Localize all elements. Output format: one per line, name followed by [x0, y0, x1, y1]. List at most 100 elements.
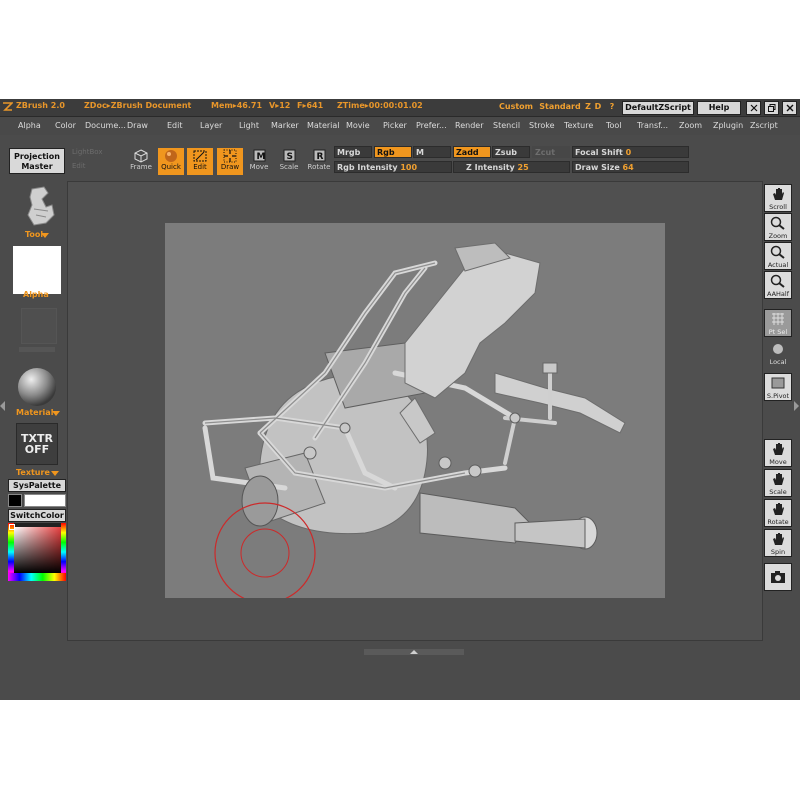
menu-zplugin[interactable]: Zplugin	[713, 121, 743, 130]
secondary-color-swatch[interactable]	[8, 494, 22, 507]
buggy-model-render[interactable]	[165, 223, 665, 604]
switchcolor-button[interactable]: SwitchColor	[8, 509, 66, 522]
menu-alpha[interactable]: Alpha	[18, 121, 41, 130]
focal-shift-value: 0	[625, 148, 632, 157]
main-color-swatch[interactable]	[24, 494, 66, 507]
frame-button[interactable]: Frame	[128, 148, 154, 175]
scale-hand-icon	[773, 473, 784, 485]
ptsel-button[interactable]: Pt Sel	[764, 309, 792, 337]
z-intensity-value: 25	[517, 163, 529, 172]
hue-strip-bottom[interactable]	[8, 573, 66, 581]
material-dropdown-icon[interactable]	[52, 411, 60, 416]
rgb-button[interactable]: Rgb	[374, 146, 412, 158]
color-picker[interactable]	[8, 523, 66, 581]
texture-dropdown-icon[interactable]	[51, 471, 59, 476]
m-button[interactable]: M	[413, 146, 451, 158]
menu-material[interactable]: Material	[307, 121, 340, 130]
texture-off-button[interactable]: TXTR OFF	[16, 423, 58, 465]
custom-button[interactable]: Custom	[498, 101, 534, 113]
material-label[interactable]: Material	[16, 408, 53, 417]
app-name: ZBrush 2.0	[16, 101, 65, 110]
aahalf-button[interactable]: AAHalf	[764, 271, 792, 299]
quick-button[interactable]: Quick	[158, 148, 184, 175]
rotate-button[interactable]: R Rotate	[306, 148, 332, 175]
actual-button[interactable]: Actual	[764, 242, 792, 270]
move-label: Move	[249, 163, 269, 171]
zadd-button[interactable]: Zadd	[453, 146, 491, 158]
left-tray-arrow-icon[interactable]	[0, 401, 5, 411]
standard-button[interactable]: Standard	[538, 101, 582, 113]
alpha-swatch[interactable]	[13, 246, 61, 294]
minimize-button[interactable]	[746, 101, 761, 115]
menu-layer[interactable]: Layer	[200, 121, 222, 130]
d-button[interactable]: D	[594, 101, 602, 113]
top-shelf: Projection Master LightBox Edit Frame Qu…	[0, 136, 800, 178]
menu-edit[interactable]: Edit	[167, 121, 183, 130]
menu-zoom[interactable]: Zoom	[679, 121, 702, 130]
document-menu[interactable]: ZDoc▸ZBrush Document	[84, 101, 191, 110]
local-button[interactable]: Local	[764, 339, 792, 367]
scale-button[interactable]: S Scale	[276, 148, 302, 175]
menu-picker[interactable]: Picker	[383, 121, 407, 130]
menu-preferences[interactable]: Prefer...	[416, 121, 447, 130]
move-view-button[interactable]: Move	[764, 439, 792, 467]
spivot-button[interactable]: S.Pivot	[764, 373, 792, 401]
menu-stencil[interactable]: Stencil	[493, 121, 520, 130]
help-button[interactable]: Help	[697, 101, 741, 115]
scale-label: Scale	[279, 163, 299, 171]
rgb-intensity-slider[interactable]: Rgb Intensity 100	[334, 161, 452, 173]
z-button[interactable]: Z	[584, 101, 592, 113]
rotate-view-button[interactable]: Rotate	[764, 499, 792, 527]
syspalette-button[interactable]: SysPalette	[8, 479, 66, 492]
z-intensity-slider[interactable]: Z Intensity 25	[453, 161, 570, 173]
scroll-button[interactable]: Scroll	[764, 184, 792, 212]
cube-icon	[134, 149, 148, 163]
tool-thumbnail-icon[interactable]	[22, 185, 60, 229]
menu-stroke[interactable]: Stroke	[529, 121, 555, 130]
document-canvas[interactable]	[165, 223, 665, 604]
actual-label: Actual	[767, 261, 789, 269]
zsub-button[interactable]: Zsub	[492, 146, 530, 158]
move-button[interactable]: M Move	[246, 148, 272, 175]
color-picker-field[interactable]	[14, 527, 61, 573]
menu-draw[interactable]: Draw	[127, 121, 148, 130]
projection-master-button[interactable]: Projection Master	[9, 148, 65, 174]
mrgb-button[interactable]: Mrgb	[334, 146, 372, 158]
menu-light[interactable]: Light	[239, 121, 259, 130]
right-tray-arrow-icon[interactable]	[794, 401, 799, 411]
snapshot-button[interactable]	[764, 563, 792, 591]
edit-button[interactable]: Edit	[187, 148, 213, 175]
move-hand-icon	[773, 443, 784, 455]
menu-marker[interactable]: Marker	[271, 121, 299, 130]
question-button[interactable]: ?	[608, 101, 616, 113]
menu-document[interactable]: Docume...	[85, 121, 126, 130]
menu-transform[interactable]: Transf...	[637, 121, 668, 130]
restore-button[interactable]	[764, 101, 779, 115]
zoom-button[interactable]: Zoom	[764, 213, 792, 241]
menu-movie[interactable]: Movie	[346, 121, 370, 130]
lightbox-ghost-label: LightBox	[72, 148, 103, 156]
focal-shift-slider[interactable]: Focal Shift 0	[572, 146, 689, 158]
menu-render[interactable]: Render	[455, 121, 483, 130]
scale-view-button[interactable]: Scale	[764, 469, 792, 497]
menu-texture[interactable]: Texture	[564, 121, 593, 130]
scroll-label: Scroll	[769, 203, 787, 211]
draw-size-slider[interactable]: Draw Size 64	[572, 161, 689, 173]
rgb-intensity-label: Rgb Intensity	[337, 163, 398, 172]
tool-dropdown-icon[interactable]	[41, 233, 49, 238]
bottom-tray-handle[interactable]	[364, 640, 464, 655]
alpha-label[interactable]: Alpha	[23, 290, 49, 299]
zcut-button[interactable]: Zcut	[532, 146, 570, 158]
menu-zscript[interactable]: Zscript	[750, 121, 778, 130]
material-sphere-icon[interactable]	[17, 367, 57, 407]
menu-tool[interactable]: Tool	[606, 121, 622, 130]
menu-color[interactable]: Color	[55, 121, 76, 130]
rotate-view-label: Rotate	[767, 518, 789, 526]
texture-label[interactable]: Texture	[16, 468, 50, 477]
spin-button[interactable]: Spin	[764, 529, 792, 557]
default-zscript-button[interactable]: DefaultZScript	[622, 101, 694, 115]
stroke-thumbnail[interactable]	[21, 308, 57, 344]
draw-button[interactable]: Draw	[217, 148, 243, 175]
close-button[interactable]	[782, 101, 797, 115]
stroke-label-ghost	[19, 347, 55, 352]
